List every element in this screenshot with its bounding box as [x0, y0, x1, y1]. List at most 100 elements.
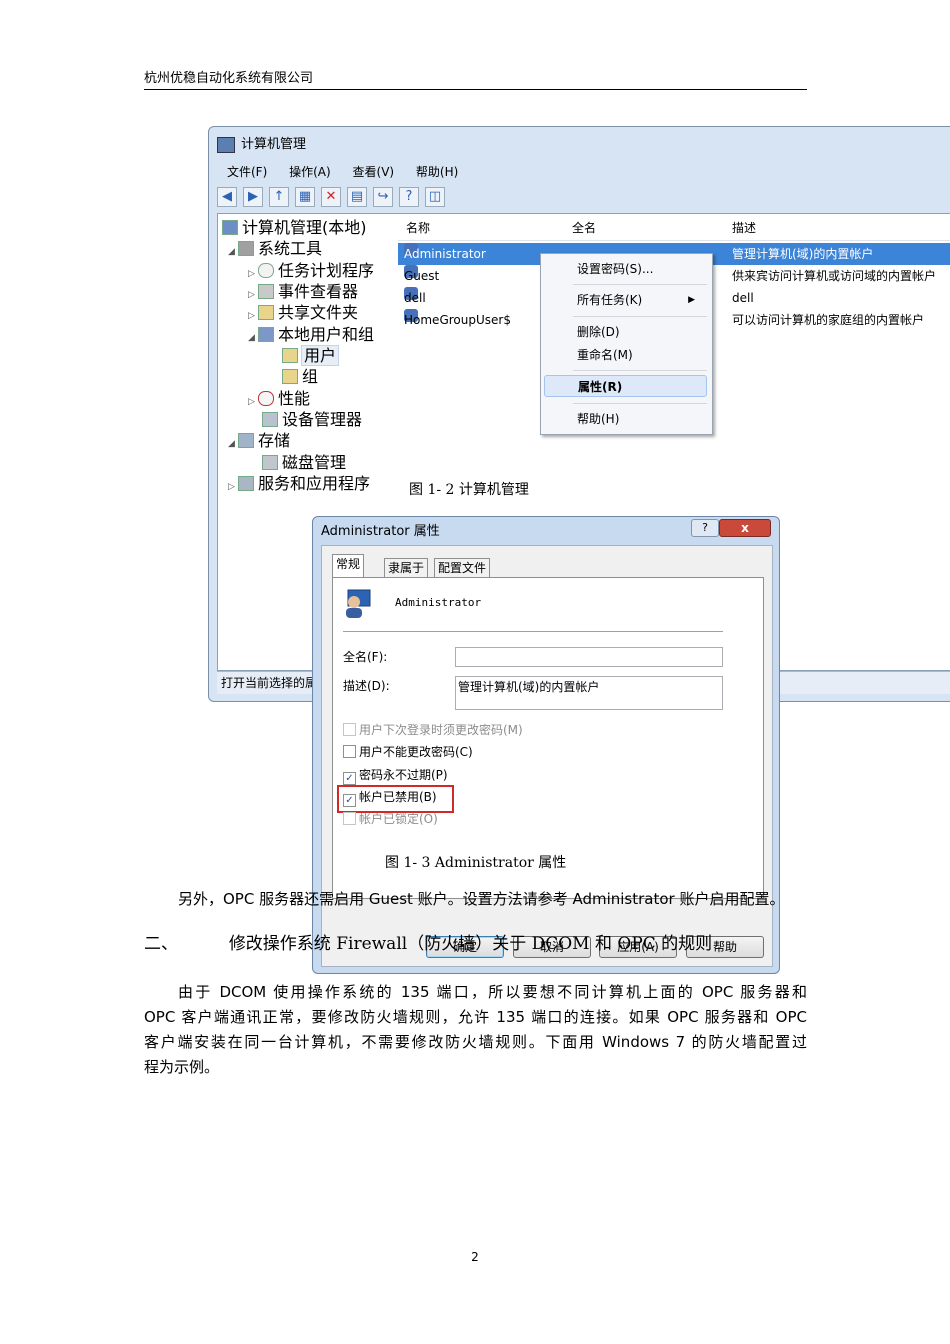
tree-item-task-scheduler[interactable]: ▷ 任务计划程序: [248, 262, 374, 280]
menu-bar: 文件(F) 操作(A) 查看(V) 帮助(H): [217, 161, 950, 183]
show-tree-icon[interactable]: ▦: [295, 187, 315, 207]
column-description[interactable]: 描述: [732, 216, 756, 240]
tab-profile[interactable]: 配置文件: [434, 558, 491, 577]
toolbar: ◀ ▶ ↑ ▦ ✕ ▤ ↪ ? ◫: [217, 185, 445, 209]
storage-icon: [238, 433, 254, 448]
collapsed-arrow-icon[interactable]: ▷: [228, 478, 238, 496]
export-list-icon[interactable]: ↪: [373, 187, 393, 207]
submenu-arrow-icon: ▶: [688, 295, 695, 305]
figure-caption-1-2: 图 1- 2 计算机管理: [409, 482, 529, 498]
tab-member-of[interactable]: 隶属于: [384, 558, 429, 577]
tree-item-performance[interactable]: ▷ 性能: [248, 390, 310, 408]
users-group-icon: [258, 327, 274, 342]
checkmark-icon[interactable]: ✓: [343, 772, 356, 785]
up-folder-icon[interactable]: ↑: [269, 187, 289, 207]
menu-action[interactable]: 操作(A): [289, 165, 331, 179]
window-title: 计算机管理: [241, 137, 307, 152]
tree-item-services-apps[interactable]: ▷ 服务和应用程序: [228, 475, 370, 493]
divider: [343, 631, 723, 632]
tools-icon: [238, 241, 254, 256]
menu-help[interactable]: 帮助(H): [416, 165, 458, 179]
tree-item-system-tools[interactable]: ◢ 系统工具: [228, 240, 322, 258]
paragraph-firewall: 由于 DCOM 使用操作系统的 135 端口，所以要想不同计算机上面的 OPC …: [144, 983, 807, 1076]
menu-item-delete[interactable]: 删除(D): [544, 321, 707, 343]
tree-item-disk-management[interactable]: 磁盘管理: [262, 454, 346, 472]
dialog-title: Administrator 属性: [321, 524, 440, 539]
expanded-arrow-icon[interactable]: ◢: [228, 435, 238, 453]
page-number: 2: [471, 1250, 479, 1264]
paragraph-guest: 另外，OPC 服务器还需启用 Guest 账户。设置方法请参考 Administ…: [178, 890, 785, 908]
context-menu: 设置密码(S)... 所有任务(K) ▶ 删除(D) 重命名(M) 属性(R) 帮…: [540, 253, 713, 435]
properties-icon[interactable]: ▤: [347, 187, 367, 207]
checkbox-box[interactable]: [343, 745, 356, 758]
username-label: Administrator: [395, 596, 482, 609]
menu-separator: [573, 403, 707, 404]
forward-arrow-icon[interactable]: ▶: [243, 187, 263, 207]
help-question-icon[interactable]: ?: [691, 519, 719, 537]
menu-file[interactable]: 文件(F): [227, 165, 267, 179]
collapsed-arrow-icon[interactable]: ▷: [248, 307, 258, 325]
folder-icon: [282, 348, 298, 363]
user-avatar-icon: [346, 589, 371, 618]
shared-folder-icon: [258, 305, 274, 320]
menu-item-set-password[interactable]: 设置密码(S)...: [544, 258, 707, 280]
tab-general[interactable]: 常规: [332, 554, 365, 577]
column-fullname[interactable]: 全名: [572, 216, 596, 240]
checkbox-box[interactable]: [343, 723, 356, 736]
menu-view[interactable]: 查看(V): [353, 165, 395, 179]
fullname-field[interactable]: [455, 647, 723, 667]
help-icon[interactable]: ?: [399, 187, 419, 207]
show-action-pane-icon[interactable]: ◫: [425, 187, 445, 207]
menu-separator: [573, 316, 707, 317]
menu-item-properties[interactable]: 属性(R): [544, 375, 707, 397]
fullname-label: 全名(F):: [343, 650, 388, 664]
checkbox-cannot-change-password[interactable]: 用户不能更改密码(C): [343, 743, 473, 761]
performance-icon: [258, 391, 274, 406]
checkbox-box[interactable]: [343, 812, 356, 825]
menu-item-help[interactable]: 帮助(H): [544, 408, 707, 430]
description-field[interactable]: 管理计算机(域)的内置帐户: [455, 676, 723, 710]
tree-item-groups[interactable]: 组: [282, 368, 318, 386]
expanded-arrow-icon[interactable]: ◢: [228, 243, 238, 261]
menu-item-rename[interactable]: 重命名(M): [544, 344, 707, 366]
company-name: 杭州优稳自动化系统有限公司: [144, 71, 314, 86]
collapsed-arrow-icon[interactable]: ▷: [248, 265, 258, 283]
page-header: 杭州优稳自动化系统有限公司: [144, 70, 807, 90]
expanded-arrow-icon[interactable]: ◢: [248, 329, 258, 347]
tree-item-shared-folders[interactable]: ▷ 共享文件夹: [248, 304, 358, 322]
back-arrow-icon[interactable]: ◀: [217, 187, 237, 207]
tree-item-device-manager[interactable]: 设备管理器: [262, 411, 362, 429]
delete-icon[interactable]: ✕: [321, 187, 341, 207]
services-icon: [238, 476, 254, 491]
event-viewer-icon: [258, 284, 274, 299]
description-label: 描述(D):: [343, 679, 390, 693]
disk-icon: [262, 455, 278, 470]
tree-item-root[interactable]: 计算机管理(本地): [222, 219, 367, 237]
list-header: 名称 全名 描述: [398, 216, 950, 241]
menu-item-all-tasks[interactable]: 所有任务(K) ▶: [544, 289, 707, 311]
checkbox-account-locked[interactable]: 帐户已锁定(O): [343, 810, 438, 828]
menu-separator: [573, 370, 707, 371]
highlight-box: [337, 785, 454, 813]
computer-icon: [222, 220, 238, 235]
section-heading: 二、 修改操作系统 Firewall（防火墙）关于 DCOM 和 OPC 的规则: [144, 932, 712, 956]
device-manager-icon: [262, 412, 278, 427]
window-titlebar: 计算机管理: [217, 133, 306, 157]
computer-management-icon: [217, 136, 235, 153]
menu-separator: [573, 284, 707, 285]
tree-item-local-users-groups[interactable]: ◢ 本地用户和组: [248, 326, 374, 344]
checkbox-must-change-password[interactable]: 用户下次登录时须更改密码(M): [343, 721, 523, 739]
tree-item-storage[interactable]: ◢ 存储: [228, 432, 290, 450]
status-text: 打开当前选择的属: [221, 676, 318, 690]
clock-icon: [258, 263, 274, 278]
close-icon[interactable]: x: [719, 519, 771, 537]
heading-number: 二、: [144, 934, 178, 954]
column-name[interactable]: 名称: [406, 216, 430, 240]
figure-caption-1-3: 图 1- 3 Administrator 属性: [385, 855, 567, 871]
checkbox-password-never-expires[interactable]: ✓ 密码永不过期(P): [343, 766, 448, 785]
folder-icon: [282, 369, 298, 384]
collapsed-arrow-icon[interactable]: ▷: [248, 286, 258, 304]
collapsed-arrow-icon[interactable]: ▷: [248, 393, 258, 411]
tree-item-users[interactable]: 用户: [282, 345, 340, 366]
tree-item-event-viewer[interactable]: ▷ 事件查看器: [248, 283, 358, 301]
